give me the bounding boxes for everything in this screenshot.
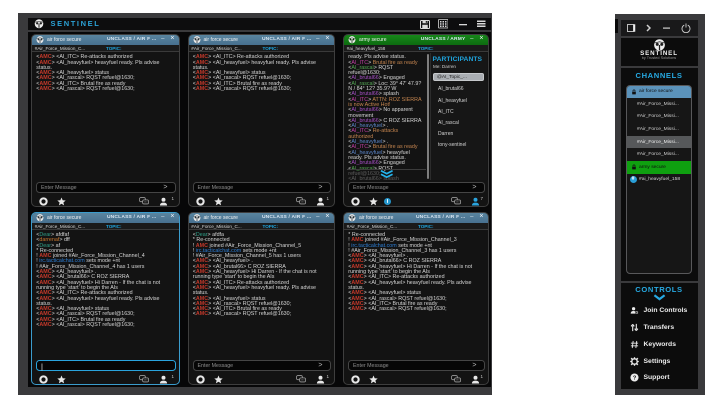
svg-text:?: ? — [633, 375, 637, 381]
